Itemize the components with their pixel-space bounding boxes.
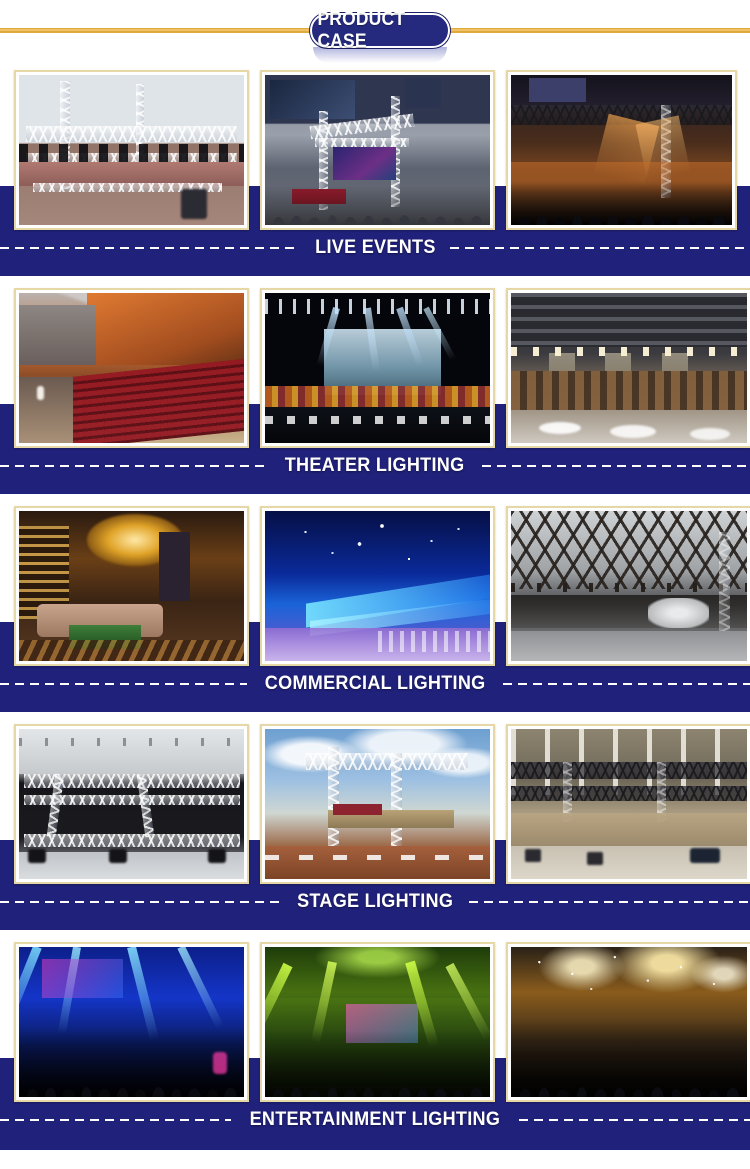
section-label-row: LIVE EVENTS [0, 234, 750, 262]
case-image-card[interactable] [260, 70, 495, 230]
page-header: PRODUCT CASE [0, 0, 750, 63]
dash-line-left [0, 465, 269, 467]
dash-line-right [450, 247, 750, 249]
case-image-card[interactable] [260, 942, 495, 1102]
case-photo [19, 947, 244, 1097]
case-image-card[interactable] [14, 724, 249, 884]
case-image-card[interactable] [14, 288, 249, 448]
section-live-events: LIVE EVENTS [0, 58, 750, 276]
dash-line-left [0, 247, 300, 249]
case-photo [265, 511, 490, 661]
dash-line-right [481, 465, 750, 467]
section-label: ENTERTAINMENT LIGHTING [249, 1109, 501, 1130]
page-title: PRODUCT CASE [317, 8, 406, 52]
case-photo [19, 511, 244, 661]
case-photo [265, 729, 490, 879]
case-photo [19, 293, 244, 443]
case-photo [511, 511, 747, 661]
case-image-card[interactable] [260, 724, 495, 884]
case-photo [511, 947, 747, 1097]
section-label: COMMERCIAL LIGHTING [264, 673, 486, 694]
dash-line-right [469, 901, 750, 903]
dash-line-right [503, 683, 750, 685]
case-photo [265, 293, 490, 443]
section-commercial-lighting: COMMERCIAL LIGHTING [0, 494, 750, 712]
case-image-card[interactable] [506, 724, 750, 884]
product-case-page: PRODUCT CASE LIVE EVENTS THEATER LIGHTIN… [0, 0, 750, 1169]
page-title-badge: PRODUCT CASE [310, 9, 450, 52]
section-label-row: THEATER LIGHTING [0, 452, 750, 480]
section-label-row: STAGE LIGHTING [0, 888, 750, 916]
section-label-row: ENTERTAINMENT LIGHTING [0, 1106, 750, 1134]
dash-line-left [0, 901, 281, 903]
case-image-card[interactable] [260, 506, 495, 666]
case-photo [19, 729, 244, 879]
case-photo [511, 75, 732, 225]
case-image-card[interactable] [14, 942, 249, 1102]
case-image-card[interactable] [506, 288, 750, 448]
case-photo [511, 729, 747, 879]
case-image-card[interactable] [506, 942, 750, 1102]
dash-line-right [518, 1119, 750, 1121]
case-image-card[interactable] [14, 506, 249, 666]
case-image-card[interactable] [506, 506, 750, 666]
case-photo [511, 293, 747, 443]
dash-line-left [0, 683, 247, 685]
case-image-card[interactable] [506, 70, 737, 230]
section-label: LIVE EVENTS [314, 237, 436, 258]
dash-line-left [0, 1119, 232, 1121]
section-theater-lighting: THEATER LIGHTING [0, 276, 750, 494]
section-label: THEATER LIGHTING [285, 455, 465, 476]
case-image-card[interactable] [14, 70, 249, 230]
section-label: STAGE LIGHTING [296, 891, 454, 912]
section-label-row: COMMERCIAL LIGHTING [0, 670, 750, 698]
case-photo [265, 75, 490, 225]
section-entertainment-lighting: ENTERTAINMENT LIGHTING [0, 930, 750, 1169]
case-photo [19, 75, 244, 225]
case-image-card[interactable] [260, 288, 495, 448]
section-stage-lighting: STAGE LIGHTING [0, 712, 750, 930]
case-photo [265, 947, 490, 1097]
